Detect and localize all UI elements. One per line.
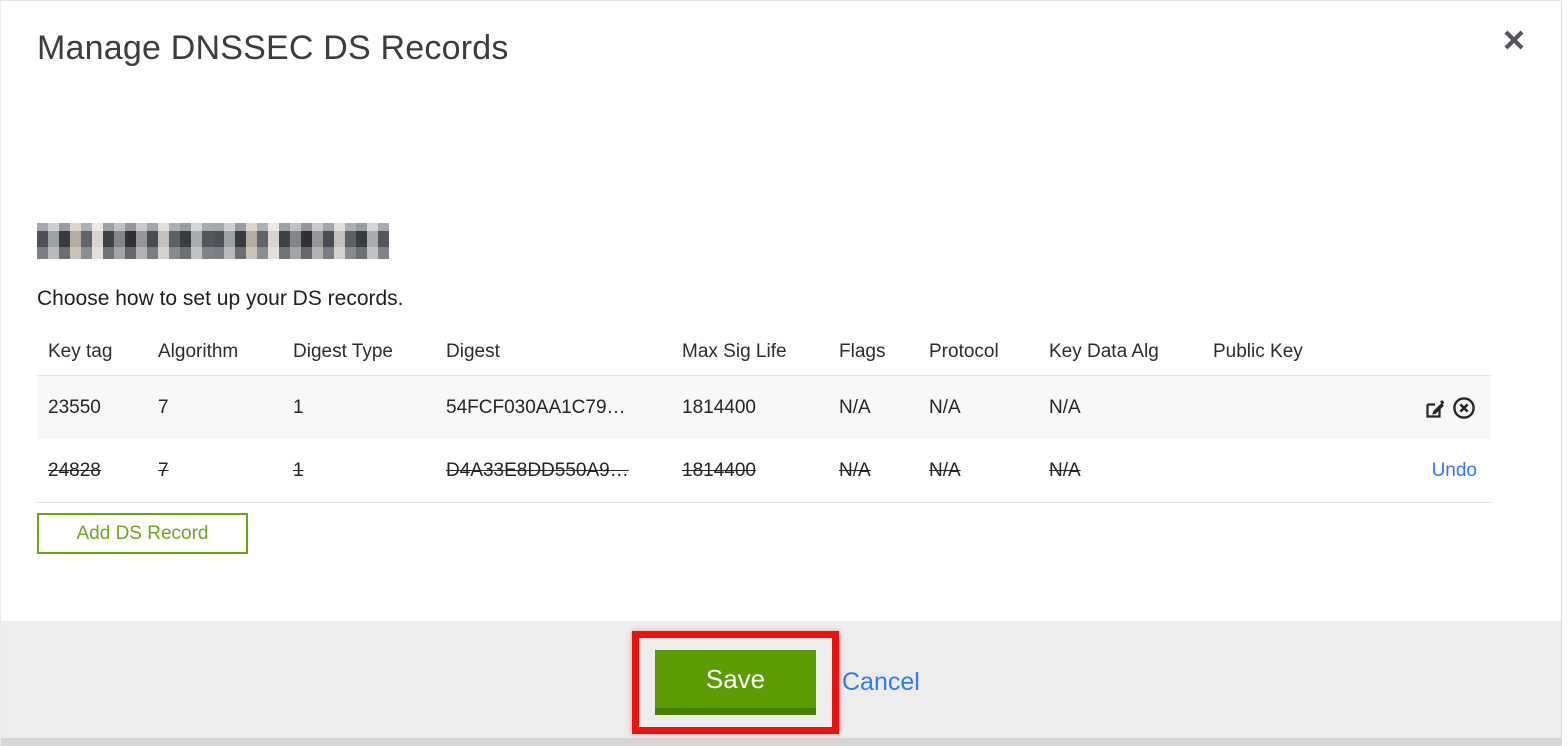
cell-flags: N/A — [839, 396, 871, 418]
col-protocol: Protocol — [929, 341, 999, 362]
cell-max-sig-life: 1814400 — [682, 459, 756, 481]
col-key-data-alg: Key Data Alg — [1049, 341, 1159, 362]
cell-protocol: N/A — [929, 396, 961, 418]
col-algorithm: Algorithm — [158, 341, 239, 362]
col-key-tag: Key tag — [48, 341, 113, 362]
row-actions — [1415, 395, 1491, 421]
manage-dnssec-modal: Manage DNSSEC DS Records Choose how to s… — [0, 0, 1562, 746]
cell-digest: 54FCF030AA1C79… — [446, 396, 626, 418]
cell-digest-type: 1 — [293, 459, 304, 481]
row-actions: Undo — [1415, 460, 1491, 482]
save-button[interactable]: Save — [655, 650, 816, 715]
cell-max-sig-life: 1814400 — [682, 396, 756, 418]
undo-link[interactable]: Undo — [1432, 460, 1477, 482]
remove-record-icon[interactable] — [1451, 395, 1477, 421]
cell-digest: D4A33E8DD550A9… — [446, 459, 629, 481]
instruction-text: Choose how to set up your DS records. — [37, 287, 404, 310]
add-ds-record-button[interactable]: Add DS Record — [37, 513, 248, 554]
page-title: Manage DNSSEC DS Records — [37, 29, 509, 67]
table-header-row: Key tag Algorithm Digest Type Digest Max… — [37, 329, 1491, 375]
ds-records-table: Key tag Algorithm Digest Type Digest Max… — [37, 329, 1491, 503]
col-digest: Digest — [446, 341, 500, 362]
col-max-sig-life: Max Sig Life — [682, 341, 787, 362]
cell-key-data-alg: N/A — [1049, 459, 1081, 481]
cell-key-data-alg: N/A — [1049, 396, 1081, 418]
table-row-deleted: 24828 7 1 D4A33E8DD550A9… 1814400 N/A N/… — [37, 439, 1491, 503]
col-public-key: Public Key — [1213, 341, 1303, 362]
cell-algorithm: 7 — [158, 396, 169, 418]
cell-digest-type: 1 — [293, 396, 304, 418]
edit-record-icon[interactable] — [1422, 395, 1448, 421]
bottom-edge-strip — [1, 738, 1561, 745]
cell-key-tag: 23550 — [48, 396, 101, 418]
x-cross-glyph — [1504, 30, 1524, 50]
close-icon[interactable] — [1499, 25, 1529, 55]
cell-algorithm: 7 — [158, 459, 169, 481]
table-row: 23550 7 1 54FCF030AA1C79… 1814400 N/A N/… — [37, 375, 1491, 439]
cell-flags: N/A — [839, 459, 871, 481]
cell-key-tag: 24828 — [48, 459, 101, 481]
col-digest-type: Digest Type — [293, 341, 393, 362]
cell-protocol: N/A — [929, 459, 961, 481]
cancel-link[interactable]: Cancel — [842, 668, 920, 697]
redacted-domain-name — [37, 223, 389, 259]
col-flags: Flags — [839, 341, 886, 362]
